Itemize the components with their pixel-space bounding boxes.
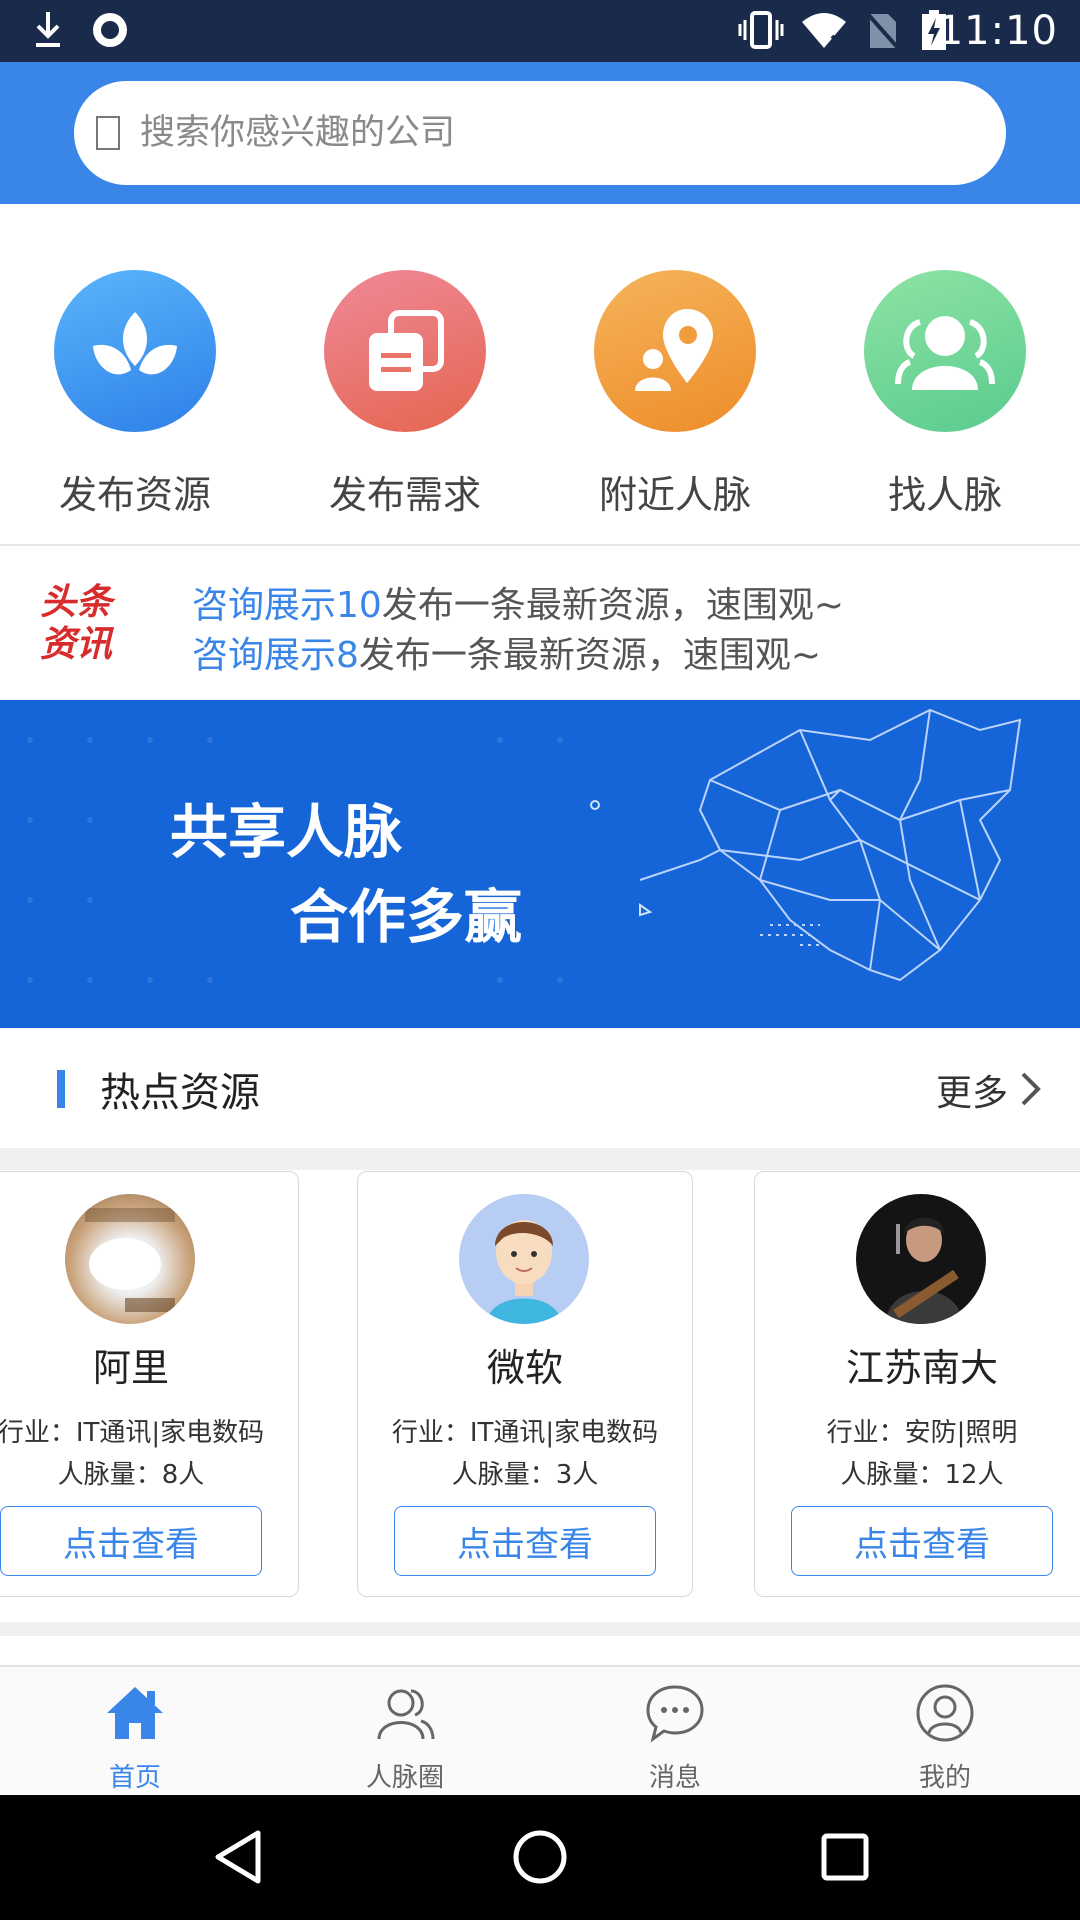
- publish-resource-button[interactable]: 发布资源: [0, 270, 270, 519]
- people-icon: [864, 270, 1026, 432]
- nearby-contacts-button[interactable]: 附近人脉: [540, 270, 810, 519]
- news-item[interactable]: 咨询展示10发布一条最新资源，速围观~: [192, 576, 844, 628]
- quick-action-label: 附近人脉: [598, 473, 751, 517]
- news-ticker[interactable]: 头条 资讯 咨询展示10发布一条最新资源，速围观~ 咨询展示8发布一条最新资源，…: [0, 546, 1080, 700]
- tab-messages[interactable]: 消息: [540, 1667, 810, 1797]
- download-icon: [36, 12, 60, 47]
- section-title: 热点资源: [100, 1070, 260, 1116]
- divider: [0, 1622, 1080, 1636]
- news-item-text: 发布一条最新资源，速围观~: [358, 635, 822, 676]
- china-map-graphic: [27, 708, 1022, 983]
- card-industry: 行业：IT通讯|家电数码: [0, 1418, 265, 1448]
- news-item[interactable]: 咨询展示8发布一条最新资源，速围观~: [192, 626, 821, 678]
- card-industry: 行业：安防|照明: [826, 1418, 1018, 1448]
- view-details-button[interactable]: 点击查看: [394, 1506, 656, 1576]
- search-header: [0, 62, 1080, 204]
- quick-action-label: 找人脉: [887, 473, 1002, 517]
- resource-card[interactable]: 阿里 行业：IT通讯|家电数码 人脉量：8人 点击查看: [0, 1171, 299, 1597]
- news-logo-line: 头条: [40, 582, 113, 623]
- card-contact-count: 人脉量：3人: [451, 1460, 599, 1490]
- card-contact-count: 人脉量：12人: [840, 1460, 1004, 1490]
- publish-demand-button[interactable]: 发布需求: [270, 270, 540, 519]
- news-item-highlight: 咨询展示10: [192, 585, 382, 626]
- avatar: [65, 1194, 195, 1324]
- section-accent-bar: [57, 1070, 65, 1108]
- no-sim-icon: [864, 10, 900, 50]
- bottom-nav: 首页 人脉圈 消息 我的: [0, 1665, 1080, 1797]
- resource-cards: 阿里 行业：IT通讯|家电数码 人脉量：8人 点击查看 微软 行业：IT通讯|家…: [0, 1170, 1080, 1622]
- view-details-button[interactable]: 点击查看: [0, 1506, 262, 1576]
- quick-action-label: 发布需求: [328, 473, 481, 517]
- contacts-icon: [377, 1689, 435, 1740]
- system-nav-bar: [0, 1795, 1080, 1920]
- promo-banner[interactable]: 共享人脉 合作多赢: [0, 700, 1080, 1028]
- search-input[interactable]: [138, 112, 942, 154]
- documents-icon: [324, 270, 486, 432]
- tab-profile[interactable]: 我的: [810, 1667, 1080, 1797]
- avatar: [459, 1194, 589, 1324]
- news-item-text: 发布一条最新资源，速围观~: [381, 585, 844, 626]
- tab-label: 我的: [918, 1763, 971, 1793]
- recents-icon[interactable]: [818, 1827, 872, 1887]
- sprout-icon: [54, 270, 216, 432]
- quick-action-label: 发布资源: [58, 473, 211, 517]
- chat-bubble-icon: [646, 1685, 704, 1743]
- wifi-icon: [802, 13, 846, 48]
- tab-home[interactable]: 首页: [0, 1667, 270, 1797]
- banner-line: 共享人脉: [170, 798, 403, 866]
- news-logo-line: 资讯: [40, 624, 113, 665]
- hot-resources-header: 热点资源 更多: [0, 1028, 1080, 1148]
- tab-contacts[interactable]: 人脉圈: [270, 1667, 540, 1797]
- clock: 11:10: [937, 8, 1058, 54]
- find-contacts-button[interactable]: 找人脉: [810, 270, 1080, 519]
- divider: [0, 1148, 1080, 1170]
- news-item-highlight: 咨询展示8: [192, 635, 359, 676]
- card-name: 江苏南大: [845, 1346, 998, 1390]
- news-logo: 头条 资讯: [40, 582, 140, 666]
- card-industry: 行业：IT通讯|家电数码: [391, 1418, 659, 1448]
- home-circle-icon[interactable]: [510, 1827, 570, 1887]
- card-name: 阿里: [92, 1346, 169, 1390]
- resource-card[interactable]: 江苏南大 行业：安防|照明 人脉量：12人 点击查看: [754, 1171, 1080, 1597]
- tab-label: 人脉圈: [365, 1763, 444, 1793]
- status-bar: 11:10: [0, 0, 1080, 62]
- tab-label: 首页: [108, 1763, 161, 1793]
- card-contact-count: 人脉量：8人: [57, 1460, 205, 1490]
- card-name: 微软: [486, 1346, 563, 1390]
- back-icon[interactable]: [210, 1827, 264, 1887]
- search-bar[interactable]: [74, 81, 1006, 185]
- quick-actions: 发布资源 发布需求 附近人脉 找人脉: [0, 204, 1080, 546]
- avatar: [856, 1194, 986, 1324]
- location-person-icon: [594, 270, 756, 432]
- record-icon: [93, 13, 127, 47]
- tab-label: 消息: [648, 1763, 701, 1793]
- home-icon: [107, 1687, 163, 1739]
- more-link[interactable]: 更多: [936, 1064, 1008, 1116]
- chevron-right-icon[interactable]: [1020, 1071, 1042, 1107]
- resource-card[interactable]: 微软 行业：IT通讯|家电数码 人脉量：3人 点击查看: [357, 1171, 693, 1597]
- profile-icon: [916, 1684, 974, 1742]
- view-details-button[interactable]: 点击查看: [791, 1506, 1053, 1576]
- vibrate-icon: [738, 11, 784, 49]
- search-icon: [96, 116, 120, 150]
- banner-line: 合作多赢: [290, 883, 523, 951]
